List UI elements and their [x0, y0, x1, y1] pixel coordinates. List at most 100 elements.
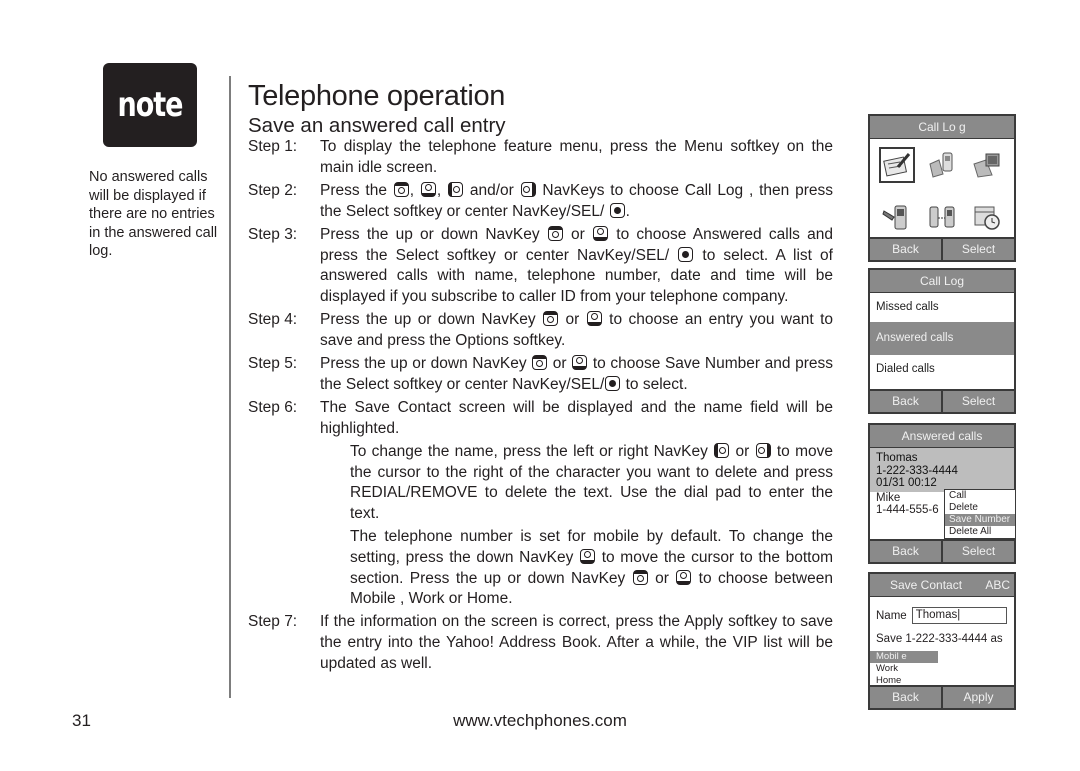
note-badge-label: note — [117, 85, 184, 125]
type-option-work[interactable]: Work — [870, 663, 938, 675]
softkey-bar: Back Select — [870, 389, 1014, 412]
step-6: Step 6: The Save Contact screen will be … — [248, 398, 833, 439]
step-text: If the information on the screen is corr… — [320, 612, 833, 674]
name-input[interactable]: Thomas| — [911, 607, 1007, 624]
menu-item-folder-photo[interactable] — [965, 147, 1010, 183]
menu-item-phone-transfer[interactable] — [919, 199, 964, 235]
menu-icon-grid — [870, 139, 1014, 235]
navkey-up-icon — [547, 225, 563, 241]
step-6-paragraph-number: The telephone number is set for mobile b… — [350, 527, 833, 610]
screen-title: Answered calls — [870, 425, 1014, 448]
step-4: Step 4: Press the up or down NavKey or t… — [248, 310, 833, 351]
navkey-left-icon — [714, 442, 730, 458]
navkey-down-icon — [586, 311, 602, 327]
note-badge: note — [103, 63, 197, 147]
navkey-up-icon — [393, 181, 409, 197]
softkey-bar: Back Apply — [870, 685, 1014, 708]
step-label: Step 6: — [248, 398, 298, 416]
menu-item-call-log[interactable] — [874, 147, 919, 183]
section-title: Save an answered call entry — [248, 114, 506, 137]
option-save-number[interactable]: Save Number — [945, 514, 1015, 526]
softkey-back[interactable]: Back — [870, 541, 941, 562]
step-text-part: , — [436, 181, 448, 199]
phone-settings-icon — [882, 205, 907, 230]
navkey-right-icon — [755, 442, 771, 458]
menu-item-calendar[interactable] — [965, 199, 1010, 235]
step-text: The Save Contact screen will be displaye… — [320, 398, 833, 439]
step-3: Step 3: Press the up or down NavKey or t… — [248, 225, 833, 308]
screen-answered-calls: Answered calls Thomas 1-222-333-4444 01/… — [868, 423, 1016, 564]
navkey-left-icon — [448, 181, 464, 197]
navkey-down-icon — [676, 569, 692, 585]
step-text-part: To display the telephone feature menu, p… — [320, 138, 833, 176]
softkey-select[interactable]: Select — [941, 541, 1014, 562]
menu-item-phone-settings[interactable] — [874, 199, 919, 235]
option-call[interactable]: Call — [945, 490, 1015, 502]
softkey-select[interactable]: Select — [941, 239, 1014, 260]
vertical-divider — [229, 76, 231, 698]
step-text: To display the telephone feature menu, p… — [320, 137, 833, 178]
list-item-missed-calls[interactable]: Missed calls — [870, 293, 1014, 322]
softkey-back[interactable]: Back — [870, 239, 941, 260]
screen-title-bar: Save Contact ABC — [870, 574, 1014, 597]
step-text-part: Press the up or down NavKey — [320, 311, 543, 329]
calendar-clock-icon — [974, 206, 1001, 230]
note-text: No answered calls will be displayed if t… — [89, 169, 218, 259]
navkey-select-icon — [609, 202, 625, 218]
step-text-part: . — [625, 202, 630, 220]
screen-title: Call Lo g — [870, 116, 1014, 139]
softkey-bar: Back Select — [870, 539, 1014, 562]
screen-title: Call Log — [870, 270, 1014, 293]
softkey-back[interactable]: Back — [870, 391, 941, 412]
step-text-part: to select. — [621, 375, 688, 393]
phone-transfer-icon — [929, 206, 955, 228]
step-label: Step 5: — [248, 355, 298, 373]
step-text: Press the up or down NavKey or to choose… — [320, 310, 833, 351]
screen-call-log-menu: Call Lo g Back Select — [868, 114, 1016, 262]
list-item-dialed-calls[interactable]: Dialed calls — [870, 355, 1014, 384]
step-text-part: The Save Contact screen will be displaye… — [320, 398, 833, 437]
step-2: Step 2: Press the , , and/or NavKeys to … — [248, 181, 833, 222]
step-text-part: Press the up or down NavKey — [320, 355, 532, 373]
step-text-part: and/or — [464, 181, 520, 199]
screen-save-contact: Save Contact ABC Name Thomas| Save 1-222… — [868, 572, 1016, 710]
softkey-back[interactable]: Back — [870, 687, 941, 708]
step-5: Step 5: Press the up or down NavKey or t… — [248, 354, 833, 395]
navkey-select-icon — [678, 246, 694, 262]
screen-title: Save Contact — [890, 578, 963, 592]
step-label: Step 3: — [248, 225, 298, 243]
navkey-up-icon — [632, 569, 648, 585]
step-text-part: or — [730, 442, 755, 460]
step-text-part: If the information on the screen is corr… — [320, 613, 833, 672]
list-item-answered-calls[interactable]: Answered calls — [870, 322, 1014, 355]
step-text-part: To change the name, press the left or ri… — [350, 442, 714, 460]
page-title: Telephone operation — [248, 80, 506, 112]
step-label: Step 1: — [248, 138, 298, 155]
entry-datetime: 01/31 00:12 — [876, 477, 937, 489]
step-label: Step 2: — [248, 181, 298, 199]
option-delete[interactable]: Delete — [945, 502, 1015, 514]
softkey-bar: Back Select — [870, 237, 1014, 260]
step-text: Press the up or down NavKey or to choose… — [320, 225, 833, 308]
options-menu: Call Delete Save Number Delete All — [944, 489, 1016, 539]
softkey-select[interactable]: Select — [941, 391, 1014, 412]
input-mode-indicator: ABC — [985, 578, 1010, 592]
navkey-up-icon — [543, 311, 559, 327]
entry-name: Thomas — [876, 452, 918, 464]
option-delete-all[interactable]: Delete All — [945, 526, 1015, 538]
entry-number: 1-222-333-4444 — [876, 464, 958, 477]
step-text-part: or — [548, 355, 572, 373]
step-text-part: , — [409, 181, 420, 199]
navkey-down-icon — [420, 181, 436, 197]
name-label: Name — [876, 609, 907, 622]
name-row: Name Thomas| — [870, 597, 1014, 624]
step-text-part: Press the up or down NavKey — [320, 225, 547, 243]
step-6-paragraph-name: To change the name, press the left or ri… — [350, 442, 833, 525]
type-option-mobile[interactable]: Mobil e — [870, 651, 938, 663]
softkey-apply[interactable]: Apply — [941, 687, 1014, 708]
folder-phone-icon — [929, 152, 953, 178]
menu-item-folder-phone[interactable] — [919, 147, 964, 183]
step-label: Step 7: — [248, 613, 298, 631]
step-text-part: or — [559, 311, 586, 329]
call-entry-selected[interactable]: Thomas 1-222-333-4444 01/31 00:12 — [870, 448, 1014, 492]
